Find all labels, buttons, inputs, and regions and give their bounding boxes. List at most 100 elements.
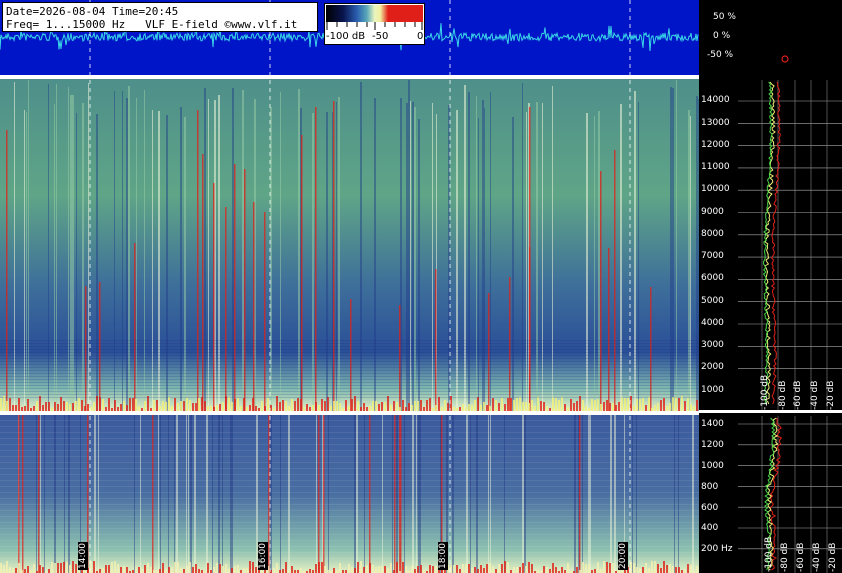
spectrogram-base-noise [492, 398, 494, 411]
spectrogram-base-noise [282, 569, 284, 573]
spectrogram-streak [152, 110, 153, 411]
spectrogram-base-noise [273, 408, 275, 411]
spectrogram-base-noise [357, 562, 359, 573]
spectrogram-base-noise [489, 406, 491, 411]
spectrogram-base-noise [555, 398, 557, 411]
spectrogram-band [0, 391, 699, 392]
spectrogram-base-noise [9, 567, 11, 573]
spectrogram-base-noise [528, 403, 530, 411]
spectrogram-base-noise [561, 397, 563, 411]
spectrogram-base-noise [492, 566, 494, 573]
spectrogram-base-noise [537, 397, 539, 411]
spectrogram-base-noise [144, 565, 146, 573]
spectrogram-base-noise [687, 398, 689, 411]
spectrogram-base-noise [573, 403, 575, 411]
spectrogram-base-noise [135, 399, 137, 411]
spectrogram-line [0, 540, 699, 541]
spectrogram-base-noise [318, 562, 320, 573]
db-label-lower-60: -60 dB [796, 542, 806, 572]
spectrogram-streak [468, 92, 470, 411]
spectrogram-base-noise [33, 564, 35, 573]
right-divider [699, 410, 842, 413]
spectrogram-base-noise [309, 569, 311, 573]
spectrogram-base-noise [81, 400, 83, 411]
spectrogram-base-noise [300, 568, 302, 573]
spectrogram-base-noise [660, 400, 662, 411]
spectrogram-base-noise [207, 563, 209, 573]
spectrogram-base-noise [600, 404, 602, 411]
spectrogram-line [0, 546, 699, 547]
spectrogram-base-noise [441, 407, 443, 411]
spectrogram-base-noise [567, 407, 569, 411]
spectrogram-base-noise [444, 400, 446, 411]
spectrogram-line [0, 516, 699, 517]
spectrogram-base-noise [405, 566, 407, 573]
spectrogram-base-noise [462, 404, 464, 411]
spectrogram-base-noise [576, 401, 578, 411]
spectrogram-base-noise [303, 407, 305, 411]
spectrogram-streak [184, 117, 186, 411]
spectrogram-streak [464, 85, 466, 411]
spectrogram-base-noise [63, 562, 65, 573]
freq-label-6000: 6000 [701, 273, 724, 283]
spectrogram-base-noise [555, 567, 557, 573]
spectrogram-base-noise [678, 398, 680, 411]
spectrogram-base-noise [162, 401, 164, 411]
spectrogram-base-noise [210, 406, 212, 411]
spectrogram-base-noise [66, 562, 68, 573]
spectrogram-base-noise [495, 569, 497, 573]
spectrogram-base-noise [333, 401, 335, 411]
spectrogram-base-noise [384, 566, 386, 573]
spectrogram-base-noise [498, 403, 500, 411]
spectrogram-base-noise [216, 563, 218, 573]
freq-label-8000: 8000 [701, 229, 724, 239]
spectrogram-base-noise [21, 407, 23, 411]
freq-label-1000: 1000 [701, 385, 724, 395]
waveform-label-50: 50 % [713, 12, 736, 22]
spectrogram-base-noise [27, 399, 29, 411]
spectrogram-base-noise [690, 565, 692, 573]
spectrogram-base-noise [552, 563, 554, 573]
spectrogram-base-noise [291, 399, 293, 411]
spectrogram-base-noise [117, 564, 119, 573]
waveform-label-0: 0 % [713, 31, 731, 41]
spectrogram-base-noise [588, 408, 590, 411]
spectrogram-base-noise [264, 406, 266, 411]
spectrogram-base-noise [459, 569, 461, 573]
spectrogram-line [0, 450, 699, 451]
spectrogram-base-noise [639, 399, 641, 411]
spectrogram-band [0, 340, 699, 341]
spectrogram-base-noise [12, 405, 14, 411]
spectrogram-base-noise [477, 397, 479, 411]
spectrogram-base-noise [612, 403, 614, 411]
spectrogram-base-noise [171, 406, 173, 411]
spectrogram-band [0, 367, 699, 368]
spectrogram-base-noise [411, 566, 413, 573]
spectrogram-base-noise [108, 565, 110, 573]
spectrogram-base-noise [651, 561, 653, 573]
spectrogram-streak [696, 96, 698, 411]
spectrogram-band [0, 373, 699, 374]
spectrogram-base-noise [456, 408, 458, 411]
spectrogram-base-noise [369, 563, 371, 573]
freq-label-4000: 4000 [701, 318, 724, 328]
spectrogram-base-noise [357, 401, 359, 411]
spectrogram-base-noise [489, 563, 491, 573]
spectrogram-base-noise [384, 402, 386, 411]
spectrogram-base-noise [249, 561, 251, 573]
header-info-box: Date=2026-08-04 Time=20:45 Freq= 1...150… [2, 2, 318, 32]
spectrogram-base-noise [462, 564, 464, 573]
spectrogram-base-noise [378, 566, 380, 573]
spectrogram-base-noise [114, 400, 116, 411]
spectrogram-base-noise [432, 408, 434, 411]
spectrogram-base-noise [633, 563, 635, 573]
freq-label-200: 200 Hz [701, 544, 733, 554]
spectrogram-base-noise [111, 408, 113, 411]
spectrogram-streak [312, 113, 314, 411]
spectrogram-base-noise [510, 398, 512, 411]
spectrogram-base-noise [123, 566, 125, 573]
spectrogram-base-noise [156, 400, 158, 411]
spectrogram-base-noise [153, 400, 155, 411]
spectrogram-base-noise [198, 398, 200, 411]
spectrogram-base-noise [669, 564, 671, 573]
